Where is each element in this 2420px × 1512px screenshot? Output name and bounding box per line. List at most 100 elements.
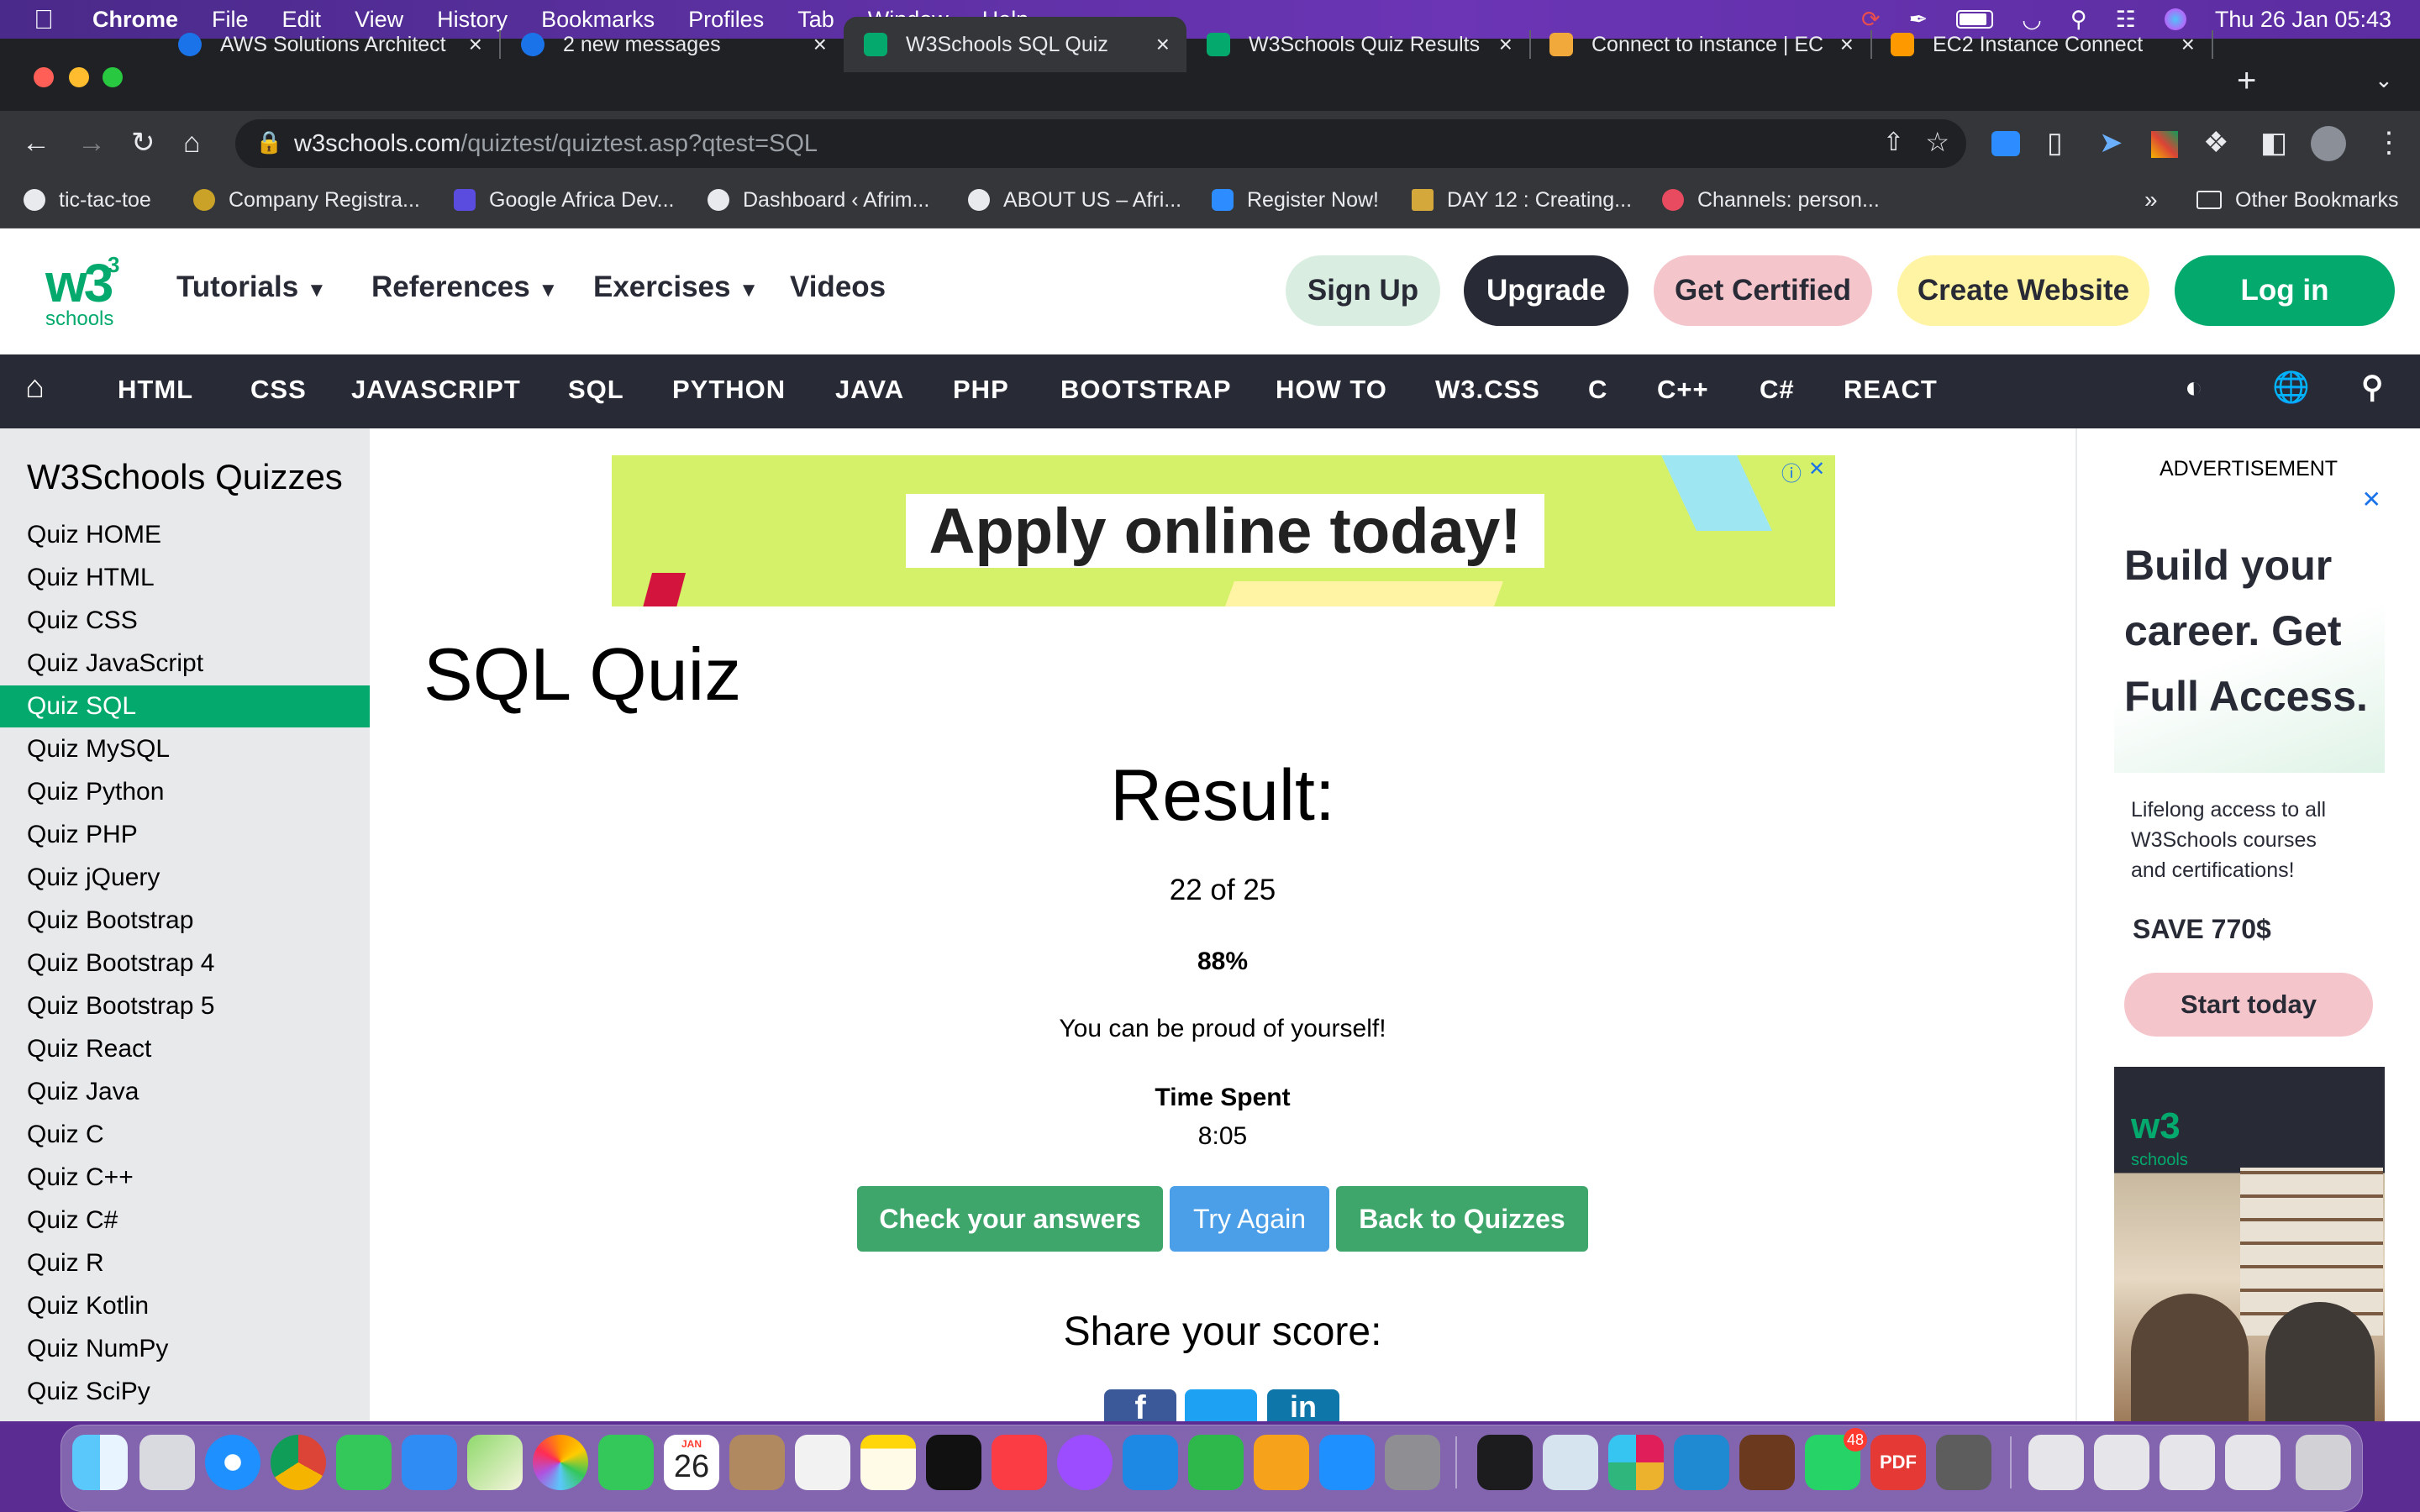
ad-photo-panel[interactable]: w3 schools <box>2114 1067 2385 1421</box>
home-icon[interactable]: ⌂ <box>25 370 45 406</box>
topnav-react[interactable]: REACT <box>1844 375 1938 405</box>
topnav-bootstrap[interactable]: BOOTSTRAP <box>1060 375 1232 405</box>
chrome-menu-icon[interactable]: ⋮ <box>2375 124 2403 161</box>
rocket-extension-icon[interactable]: ➤ <box>2099 124 2123 161</box>
terminal-icon[interactable] <box>1477 1435 1533 1490</box>
sidebar-item-quiz-css[interactable]: Quiz CSS <box>0 600 370 642</box>
keynote-icon[interactable] <box>1123 1435 1178 1490</box>
notes-icon[interactable] <box>860 1435 916 1490</box>
vscode-icon[interactable] <box>1674 1435 1729 1490</box>
recent-window-icon[interactable] <box>2160 1435 2215 1490</box>
nav-videos[interactable]: Videos <box>790 270 886 304</box>
music-icon[interactable] <box>992 1435 1047 1490</box>
zoom-window-icon[interactable] <box>103 67 123 87</box>
sidebar-item-quiz-bootstrap[interactable]: Quiz Bootstrap <box>0 900 370 942</box>
share-icon[interactable]: ⇧ <box>1883 128 1904 157</box>
sidebar-item-quiz-csharp[interactable]: Quiz C# <box>0 1200 370 1242</box>
topnav-sql[interactable]: SQL <box>568 375 624 405</box>
globe-icon[interactable]: 🌐 <box>2272 370 2311 405</box>
system-preferences-icon[interactable] <box>1385 1435 1440 1490</box>
dark-mode-icon[interactable]: ◐ <box>2185 370 2204 405</box>
sidebar-item-quiz-bootstrap-4[interactable]: Quiz Bootstrap 4 <box>0 942 370 984</box>
color-extension-icon[interactable] <box>2151 131 2178 158</box>
numbers-icon[interactable] <box>1188 1435 1244 1490</box>
lock-icon[interactable]: 🔒 <box>255 129 282 155</box>
sign-up-button[interactable]: Sign Up <box>1286 255 1440 326</box>
topnav-how-to[interactable]: HOW TO <box>1276 375 1387 405</box>
slack-icon[interactable] <box>1608 1435 1664 1490</box>
messages-icon[interactable] <box>336 1435 392 1490</box>
profile-avatar[interactable] <box>2311 126 2346 161</box>
sidebar-item-quiz-python[interactable]: Quiz Python <box>0 771 370 813</box>
topnav-java[interactable]: JAVA <box>835 375 904 405</box>
ad-close-icon[interactable]: ✕ <box>2362 486 2381 513</box>
sidebar-item-quiz-r[interactable]: Quiz R <box>0 1242 370 1284</box>
recent-window-icon[interactable] <box>2225 1435 2281 1490</box>
topnav-html[interactable]: HTML <box>118 375 193 405</box>
adchoices-icon[interactable]: ⓘ <box>1781 457 1802 486</box>
home-icon[interactable]: ⌂ <box>183 124 201 161</box>
app-store-icon[interactable] <box>1319 1435 1375 1490</box>
topnav-javascript[interactable]: JAVASCRIPT <box>351 375 521 405</box>
topnav-c[interactable]: C <box>1588 375 1607 405</box>
topnav-csharp[interactable]: C# <box>1760 375 1795 405</box>
back-to-quizzes-button[interactable]: Back to Quizzes <box>1336 1186 1588 1252</box>
bookmark-star-icon[interactable]: ☆ <box>1925 126 1949 158</box>
ad-close-icon[interactable]: ✕ <box>1808 457 1825 481</box>
mail-icon[interactable] <box>402 1435 457 1490</box>
tab-close-icon[interactable]: × <box>469 31 482 58</box>
sidebar-item-quiz-sql[interactable]: Quiz SQL <box>0 685 370 727</box>
finder-icon[interactable] <box>72 1435 128 1490</box>
clock[interactable]: Thu 26 Jan 05:43 <box>2215 7 2391 33</box>
tab-ec2-connect[interactable]: EC2 Instance Connect × <box>1870 17 2213 72</box>
tab-messages[interactable]: 2 new messages × <box>501 17 844 72</box>
sidebar-item-quiz-php[interactable]: Quiz PHP <box>0 814 370 856</box>
bible-icon[interactable] <box>1739 1435 1795 1490</box>
launchpad-icon[interactable] <box>139 1435 195 1490</box>
reload-icon[interactable]: ↻ <box>131 124 155 161</box>
twitter-share-icon[interactable] <box>1185 1389 1257 1421</box>
other-bookmarks[interactable]: Other Bookmarks <box>2196 183 2399 217</box>
preview-icon[interactable] <box>1543 1435 1598 1490</box>
forward-icon[interactable]: → <box>77 124 106 161</box>
trash-icon[interactable] <box>2296 1435 2351 1490</box>
nav-tutorials[interactable]: Tutorials ▼ <box>176 270 327 304</box>
nav-exercises[interactable]: Exercises ▼ <box>593 270 759 304</box>
sidepanel-icon[interactable]: ◧ <box>2260 124 2287 161</box>
contacts-icon[interactable] <box>729 1435 785 1490</box>
sidebar-item-quiz-scipy[interactable]: Quiz SciPy <box>0 1371 370 1413</box>
bookmark-dashboard[interactable]: Dashboard ‹ Afrim... <box>708 183 929 217</box>
sidebar-item-quiz-home[interactable]: Quiz HOME <box>0 514 370 556</box>
tab-close-icon[interactable]: × <box>2181 31 2195 58</box>
tab-close-icon[interactable]: × <box>1840 31 1854 58</box>
topnav-cpp[interactable]: C++ <box>1657 375 1709 405</box>
sidebar-item-quiz-numpy[interactable]: Quiz NumPy <box>0 1328 370 1370</box>
bookmark-google-africa[interactable]: Google Africa Dev... <box>454 183 674 217</box>
sidebar-item-quiz-kotlin[interactable]: Quiz Kotlin <box>0 1285 370 1327</box>
tab-close-icon[interactable]: × <box>1499 31 1512 58</box>
calendar-icon[interactable]: JAN 26 <box>664 1435 719 1490</box>
automator-icon[interactable] <box>1936 1435 1991 1490</box>
new-tab-icon[interactable]: + <box>2237 62 2256 100</box>
bookmark-about-us[interactable]: ABOUT US – Afri... <box>968 183 1181 217</box>
sidebar-item-quiz-bootstrap-5[interactable]: Quiz Bootstrap 5 <box>0 985 370 1027</box>
tab-connect-instance[interactable]: Connect to instance | EC × <box>1529 17 1872 72</box>
ad-start-today-button[interactable]: Start today <box>2124 973 2373 1037</box>
linkedin-share-icon[interactable]: in <box>1267 1389 1339 1421</box>
sidebar-item-quiz-react[interactable]: Quiz React <box>0 1028 370 1070</box>
facebook-share-icon[interactable]: f <box>1104 1389 1176 1421</box>
bookmark-channels[interactable]: Channels: person... <box>1662 183 1880 217</box>
log-in-button[interactable]: Log in <box>2175 255 2395 326</box>
sidebar-item-quiz-cpp[interactable]: Quiz C++ <box>0 1157 370 1199</box>
extensions-puzzle-icon[interactable]: ❖ <box>2203 124 2228 161</box>
tab-close-icon[interactable]: × <box>1156 31 1170 58</box>
podcasts-icon[interactable] <box>1057 1435 1113 1490</box>
address-bar[interactable]: 🔒 w3schools.com/quiztest/quiztest.asp?qt… <box>235 119 1966 168</box>
tab-close-icon[interactable]: × <box>813 31 827 58</box>
upgrade-button[interactable]: Upgrade <box>1464 255 1628 326</box>
pages-icon[interactable] <box>1254 1435 1309 1490</box>
tab-search-chevron-icon[interactable]: ⌄ <box>2375 67 2393 93</box>
minimize-window-icon[interactable] <box>69 67 89 87</box>
photos-icon[interactable] <box>533 1435 588 1490</box>
bookmark-day-12[interactable]: DAY 12 : Creating... <box>1412 183 1632 217</box>
